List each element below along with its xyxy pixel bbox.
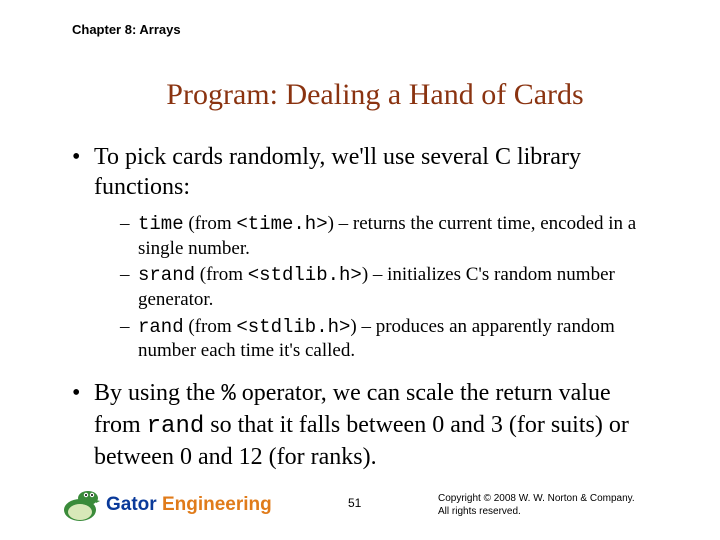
list-item: rand (from <stdlib.h>) – produces an app… <box>120 315 660 364</box>
function-list: time (from <time.h>) – returns the curre… <box>120 212 660 364</box>
bullet-scale: By using the % operator, we can scale th… <box>72 378 660 472</box>
from-label: (from <box>195 264 248 285</box>
func-name: rand <box>138 316 184 338</box>
text-part: By using the <box>94 380 221 406</box>
page-number: 51 <box>348 496 361 510</box>
func-header: <stdlib.h> <box>236 316 350 338</box>
copyright: Copyright © 2008 W. W. Norton & Company.… <box>438 493 635 518</box>
bullet-intro: To pick cards randomly, we'll use severa… <box>72 142 660 202</box>
gator-logo-text: Gator Engineering <box>106 494 272 516</box>
chapter-heading: Chapter 8: Arrays <box>72 22 181 37</box>
from-label: (from <box>184 213 237 234</box>
func-name: srand <box>138 264 195 286</box>
copyright-line: Copyright © 2008 W. W. Norton & Company. <box>438 493 635 506</box>
copyright-line: All rights reserved. <box>438 506 635 519</box>
engineering-word: Engineering <box>162 494 272 515</box>
rand-inline: rand <box>147 413 205 440</box>
gator-word: Gator <box>106 494 162 515</box>
func-header: <time.h> <box>236 213 327 235</box>
slide-content: To pick cards randomly, we'll use severa… <box>72 142 660 482</box>
slide-title: Program: Dealing a Hand of Cards <box>0 78 720 112</box>
from-label: (from <box>184 316 237 337</box>
gator-icon <box>58 484 102 524</box>
list-item: srand (from <stdlib.h>) – initializes C'… <box>120 263 660 312</box>
func-name: time <box>138 213 184 235</box>
list-item: time (from <time.h>) – returns the curre… <box>120 212 660 261</box>
func-header: <stdlib.h> <box>248 264 362 286</box>
mod-operator: % <box>221 381 235 408</box>
footer: Gator Engineering 51 Copyright © 2008 W.… <box>0 480 720 524</box>
